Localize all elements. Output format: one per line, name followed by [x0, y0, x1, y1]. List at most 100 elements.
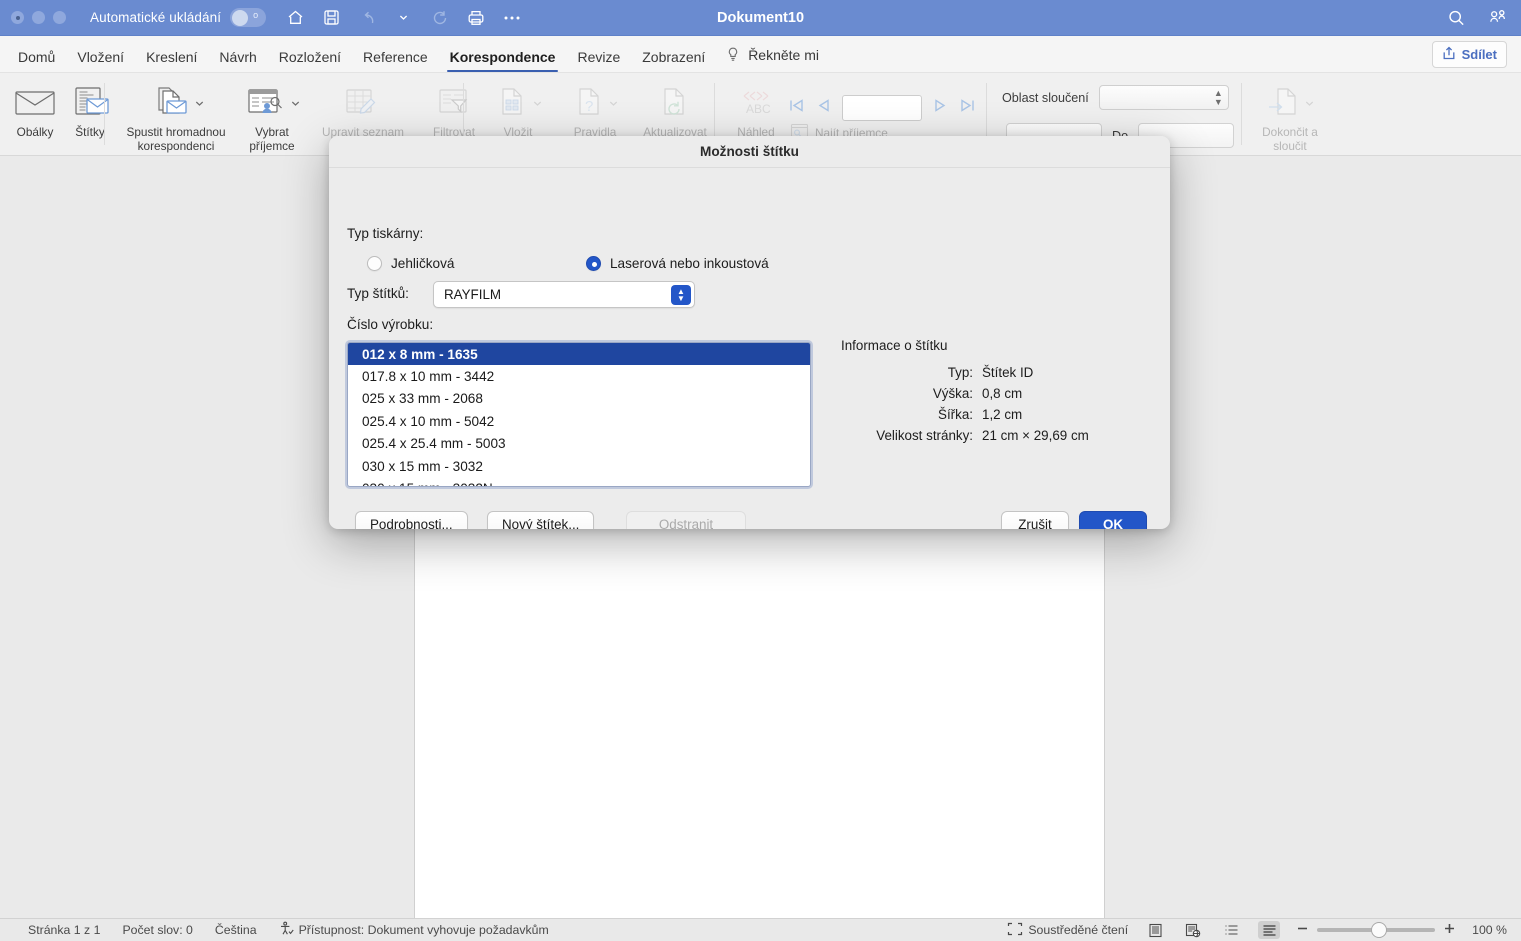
language-status[interactable]: Čeština: [215, 923, 257, 937]
cancel-button[interactable]: Zrušit: [1001, 511, 1069, 529]
tab-domu[interactable]: Domů: [7, 49, 66, 72]
insert-field-icon: [494, 81, 542, 125]
info-value-type: Štítek ID: [982, 365, 1034, 380]
list-item[interactable]: 030 x 15 mm - 3032: [348, 455, 810, 477]
search-icon[interactable]: [1447, 8, 1466, 27]
start-mail-merge-button[interactable]: Spustit hromadnou korespondenci: [116, 73, 236, 153]
printer-option-laser-inkjet[interactable]: Laserová nebo inkoustová: [586, 256, 769, 271]
draft-icon[interactable]: [1258, 921, 1281, 939]
list-item[interactable]: 025.4 x 25.4 mm - 5003: [348, 433, 810, 455]
tab-kresleni[interactable]: Kreslení: [135, 49, 208, 72]
record-number-input[interactable]: [842, 95, 922, 121]
printer-option-laser-inkjet-label: Laserová nebo inkoustová: [610, 256, 769, 271]
share-icon: [1442, 46, 1456, 63]
undo-icon[interactable]: [358, 8, 377, 27]
start-merge-label: Spustit hromadnou korespondenci: [126, 125, 226, 154]
focus-mode-status[interactable]: Soustředěné čtení: [1007, 922, 1128, 939]
zoom-in-icon[interactable]: [1443, 922, 1456, 938]
chevron-updown-icon[interactable]: ▲ ▼: [671, 285, 691, 305]
select-recipients-dropdown-icon[interactable]: [291, 96, 300, 110]
tab-rozlozeni[interactable]: Rozložení: [268, 49, 352, 72]
zoom-out-icon[interactable]: [1296, 922, 1309, 938]
zoom-control[interactable]: [1296, 922, 1456, 938]
ribbon-separator-1: [104, 83, 105, 145]
merge-area-stepper[interactable]: ▲ ▼: [1098, 85, 1229, 110]
info-key-type: Typ:: [947, 365, 973, 380]
autosave-toggle[interactable]: o: [230, 8, 267, 27]
outline-icon[interactable]: [1220, 921, 1242, 939]
zoom-slider-handle[interactable]: [1371, 922, 1388, 938]
insert-merge-field-button: Vložit: [478, 73, 558, 139]
printer-option-dot-matrix-label: Jehličková: [391, 256, 455, 271]
accessibility-label: Přístupnost: Dokument vyhovuje požadavků…: [298, 923, 549, 937]
list-item[interactable]: 030 x 15 mm - 3032N: [348, 477, 810, 486]
titlebar-right-icons: [1447, 8, 1507, 27]
labels-label: Štítky: [75, 125, 105, 139]
info-value-width: 1,2 cm: [982, 407, 1023, 422]
page-count-status[interactable]: Stránka 1 z 1: [28, 923, 100, 937]
minimize-window-button[interactable]: [32, 11, 45, 24]
rules-icon: ?: [572, 81, 618, 125]
autosave-label: Automatické ukládání: [90, 10, 222, 25]
tab-navrh[interactable]: Návrh: [208, 49, 267, 72]
focus-label: Soustředěné čtení: [1028, 923, 1129, 937]
close-window-button[interactable]: [11, 11, 24, 24]
undo-dropdown-icon[interactable]: [394, 8, 413, 27]
start-merge-dropdown-icon[interactable]: [195, 96, 204, 110]
finish-and-merge-button: Dokončit a sloučit: [1252, 73, 1328, 153]
merge-area-label: Oblast sloučení: [1002, 90, 1089, 105]
rules-button: ? Pravidla: [558, 73, 632, 139]
account-icon[interactable]: [1488, 8, 1507, 27]
focus-icon: [1007, 922, 1023, 939]
details-button[interactable]: Podrobnosti...: [355, 511, 468, 529]
select-recipients-icon: [244, 81, 300, 125]
redo-icon[interactable]: [430, 8, 449, 27]
radio-laser-inkjet-icon[interactable]: [586, 256, 601, 271]
save-icon[interactable]: [322, 8, 341, 27]
home-icon[interactable]: [286, 8, 305, 27]
accessibility-status[interactable]: Přístupnost: Dokument vyhovuje požadavků…: [279, 921, 549, 939]
update-labels-button: Aktualizovat: [632, 73, 718, 139]
print-icon[interactable]: [466, 8, 485, 27]
select-recipients-button[interactable]: Vybrat příjemce: [236, 73, 308, 153]
new-label-button[interactable]: Nový štítek...: [487, 511, 595, 529]
label-vendor-select[interactable]: RAYFILM ▲ ▼: [433, 281, 695, 308]
info-key-width: Šířka:: [938, 407, 973, 422]
tab-revize[interactable]: Revize: [566, 49, 631, 72]
share-button[interactable]: Sdílet: [1431, 41, 1507, 68]
list-item[interactable]: 025.4 x 10 mm - 5042: [348, 410, 810, 432]
word-count-status[interactable]: Počet slov: 0: [122, 923, 192, 937]
tab-vlozeni[interactable]: Vložení: [66, 49, 135, 72]
word-window: Automatické ukládání o Dokument10 Domů V…: [0, 0, 1521, 941]
finish-merge-icon: [1266, 81, 1314, 125]
envelopes-button[interactable]: Obálky: [6, 73, 64, 139]
ok-button[interactable]: OK: [1079, 511, 1147, 529]
maximize-window-button[interactable]: [53, 11, 66, 24]
dialog-titlebar: Možnosti štítku: [329, 136, 1170, 168]
tab-korespondence[interactable]: Korespondence: [439, 49, 567, 72]
zoom-level-label[interactable]: 100 %: [1472, 923, 1507, 937]
tab-reference[interactable]: Reference: [352, 49, 439, 72]
list-item[interactable]: 025 x 33 mm - 2068: [348, 388, 810, 410]
list-item[interactable]: 017.8 x 10 mm - 3442: [348, 365, 810, 387]
web-layout-icon[interactable]: [1182, 921, 1204, 939]
abc-preview-icon: ABC: [736, 81, 776, 125]
zoom-slider-track[interactable]: [1317, 922, 1436, 938]
product-number-listbox[interactable]: 012 x 8 mm - 1635 017.8 x 10 mm - 3442 0…: [347, 342, 811, 487]
accessibility-icon: [279, 921, 294, 939]
print-layout-icon[interactable]: [1144, 921, 1166, 939]
svg-text:ABC: ABC: [746, 102, 771, 116]
labels-button[interactable]: Štítky: [64, 73, 116, 139]
radio-dot-matrix-icon[interactable]: [367, 256, 382, 271]
merge-area-row: Oblast sloučení ▲ ▼: [1002, 85, 1229, 110]
document-title: Dokument10: [716, 9, 805, 26]
delete-button: Odstranit: [626, 511, 746, 529]
first-record-icon: [788, 97, 805, 119]
product-number-label: Číslo výrobku:: [347, 317, 434, 332]
info-value-page-size: 21 cm × 29,69 cm: [982, 428, 1089, 443]
tab-reknete-mi[interactable]: Řekněte mi: [716, 47, 830, 72]
list-item[interactable]: 012 x 8 mm - 1635: [348, 343, 810, 366]
tab-zobrazeni[interactable]: Zobrazení: [631, 49, 716, 72]
printer-option-dot-matrix[interactable]: Jehličková: [367, 256, 454, 271]
more-options-icon[interactable]: [502, 8, 521, 27]
